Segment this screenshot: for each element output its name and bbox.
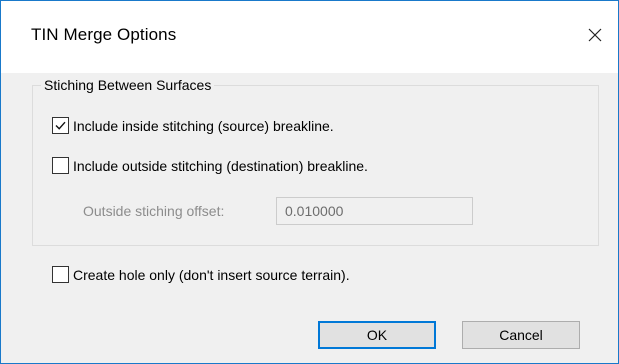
checkmark-icon bbox=[55, 121, 66, 130]
outside-stitching-checkbox-row[interactable]: Include outside stitching (destination) … bbox=[52, 157, 368, 174]
groupbox-legend: Stiching Between Surfaces bbox=[41, 77, 215, 93]
inside-stitching-checkbox-row[interactable]: Include inside stitching (source) breakl… bbox=[52, 117, 334, 134]
close-icon bbox=[588, 28, 602, 47]
create-hole-checkbox[interactable] bbox=[52, 266, 69, 283]
close-button[interactable] bbox=[572, 17, 618, 57]
outside-stitching-label: Include outside stitching (destination) … bbox=[73, 157, 368, 174]
dialog-title: TIN Merge Options bbox=[31, 25, 177, 44]
inside-stitching-label: Include inside stitching (source) breakl… bbox=[73, 117, 334, 134]
create-hole-label: Create hole only (don't insert source te… bbox=[73, 266, 350, 283]
cancel-button[interactable]: Cancel bbox=[462, 321, 580, 349]
title-bar[interactable]: TIN Merge Options bbox=[1, 1, 618, 73]
outside-stitching-checkbox[interactable] bbox=[52, 157, 69, 174]
inside-stitching-checkbox[interactable] bbox=[52, 117, 69, 134]
tin-merge-options-dialog: TIN Merge Options Stiching Between Surfa… bbox=[0, 0, 619, 364]
offset-input[interactable] bbox=[276, 197, 473, 225]
ok-button[interactable]: OK bbox=[318, 321, 436, 349]
offset-label: Outside stiching offset: bbox=[83, 203, 225, 219]
create-hole-checkbox-row[interactable]: Create hole only (don't insert source te… bbox=[52, 266, 350, 283]
